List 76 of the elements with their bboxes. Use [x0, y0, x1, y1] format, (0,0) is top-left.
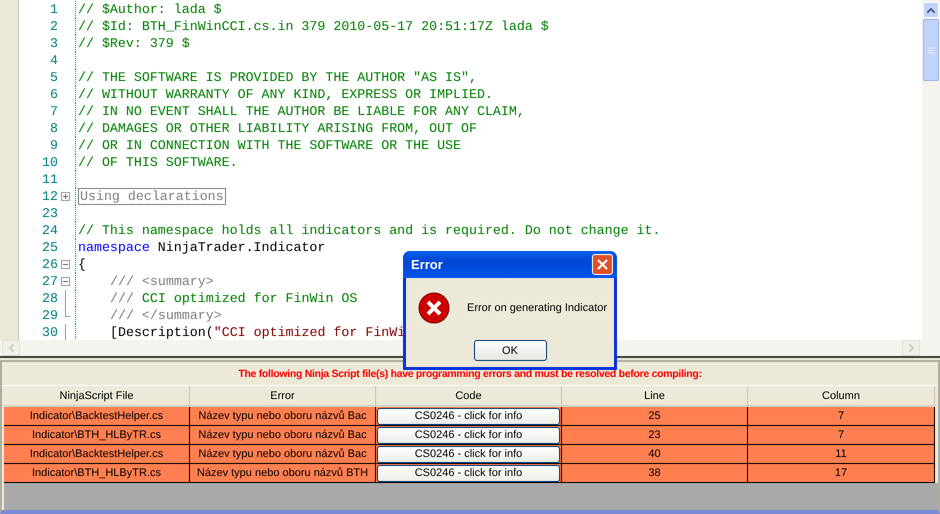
line-number: 8 — [49, 121, 58, 136]
line-number: 12 — [41, 189, 58, 204]
ok-button[interactable]: OK — [474, 340, 546, 361]
line-number: 6 — [49, 87, 58, 102]
line-number: 9 — [49, 138, 58, 153]
line-number: 25 — [41, 240, 58, 255]
code-line: // DAMAGES OR OTHER LIABILITY ARISING FROM, OUT OF — [78, 121, 477, 136]
line-number: 24 — [41, 223, 58, 238]
close-icon — [597, 259, 608, 270]
code-line: namespace NinjaTrader.Indicator — [78, 240, 326, 255]
line-number: 3 — [49, 36, 58, 51]
table-cell: Indicator\BTH_HLByTR.cs — [4, 426, 190, 445]
line-number: 7 — [49, 104, 58, 119]
code-line: // THE SOFTWARE IS PROVIDED BY THE AUTHOR "AS IS", — [78, 70, 477, 85]
code-line: // IN NO EVENT SHALL THE AUTHOR BE LIABLE FOR ANY CLAIM, — [78, 104, 525, 119]
code-line: { — [78, 257, 86, 272]
code-line: // $Id: BTH_FinWinCCI.cs.in 379 2010-05-17 20:51:17Z lada $ — [78, 19, 549, 34]
code-line: /// CCI optimized for FinWin OS — [110, 291, 358, 306]
close-button[interactable] — [592, 254, 613, 275]
dialog-title: Error — [411, 257, 443, 272]
code-line: // $Rev: 379 $ — [78, 36, 190, 51]
line-number: 27 — [41, 274, 58, 289]
table-cell: Název typu nebo oboru názvů Bac — [190, 407, 376, 426]
collapse-icon[interactable] — [61, 260, 70, 269]
code-line: // $Author: lada $ — [78, 2, 222, 17]
column-header[interactable]: Column — [748, 386, 935, 407]
scrollbar-thumb[interactable] — [923, 19, 939, 81]
collapse-icon[interactable] — [61, 277, 70, 286]
line-number: 2 — [49, 19, 58, 34]
fold-guide — [65, 324, 66, 340]
table-cell: Název typu nebo oboru názvů BTH — [190, 464, 376, 483]
column-header[interactable]: Line — [562, 386, 748, 407]
table-cell: 25 — [562, 407, 748, 426]
line-number: 23 — [41, 206, 58, 221]
error-message: Error on generating Indicator — [467, 302, 608, 314]
table-cell: 7 — [748, 407, 935, 426]
table-cell: 17 — [748, 464, 935, 483]
table-cell: 23 — [562, 426, 748, 445]
table-cell: 38 — [562, 464, 748, 483]
code-line: // OF THIS SOFTWARE. — [78, 155, 238, 170]
code-line: // WITHOUT WARRANTY OF ANY KIND, EXPRESS OR IMPLIED. — [78, 87, 493, 102]
line-number: 29 — [41, 308, 58, 323]
line-number: 30 — [41, 325, 58, 340]
line-number: 26 — [41, 257, 58, 272]
code-line: [Description("CCI optimized for FinWi — [110, 325, 406, 340]
table-cell: Název typu nebo oboru názvů Bac — [190, 426, 376, 445]
line-number: 11 — [41, 172, 58, 187]
info-button[interactable]: CS0246 - click for info — [377, 408, 560, 424]
column-header[interactable]: Code — [376, 386, 562, 407]
table-cell: Indicator\BacktestHelper.cs — [4, 445, 190, 464]
table-cell: 40 — [562, 445, 748, 464]
column-header[interactable]: Error — [190, 386, 376, 407]
code-line: /// </summary> — [110, 308, 222, 323]
table-cell: 11 — [748, 445, 935, 464]
line-number: 28 — [41, 291, 58, 306]
table-cell: Indicator\BacktestHelper.cs — [4, 407, 190, 426]
fold-guide-end — [65, 316, 70, 317]
info-button[interactable]: CS0246 - click for info — [377, 464, 560, 482]
table-cell: 7 — [748, 426, 935, 445]
column-header[interactable]: NinjaScript File — [4, 386, 190, 407]
info-button[interactable]: CS0246 - click for info — [377, 426, 560, 444]
code-line: // This namespace holds all indicators and is required. Do not change it. — [78, 223, 660, 238]
code-editor[interactable] — [19, 0, 922, 340]
scroll-up-icon[interactable] — [923, 2, 939, 18]
code-line: /// <summary> — [110, 274, 214, 289]
line-number: 5 — [49, 70, 58, 85]
table-cell: Indicator\BTH_HLByTR.cs — [4, 464, 190, 483]
line-number: 1 — [49, 2, 58, 17]
collapsed-region[interactable]: Using declarations — [78, 189, 226, 204]
line-number: 4 — [49, 53, 58, 68]
info-button[interactable]: CS0246 - click for info — [377, 446, 560, 462]
error-icon — [418, 292, 450, 324]
line-number: 10 — [41, 155, 58, 170]
table-cell: Název typu nebo oboru názvů Bac — [190, 445, 376, 464]
expand-icon[interactable] — [61, 192, 70, 201]
code-line: // OR IN CONNECTION WITH THE SOFTWARE OR THE USE — [78, 138, 462, 153]
